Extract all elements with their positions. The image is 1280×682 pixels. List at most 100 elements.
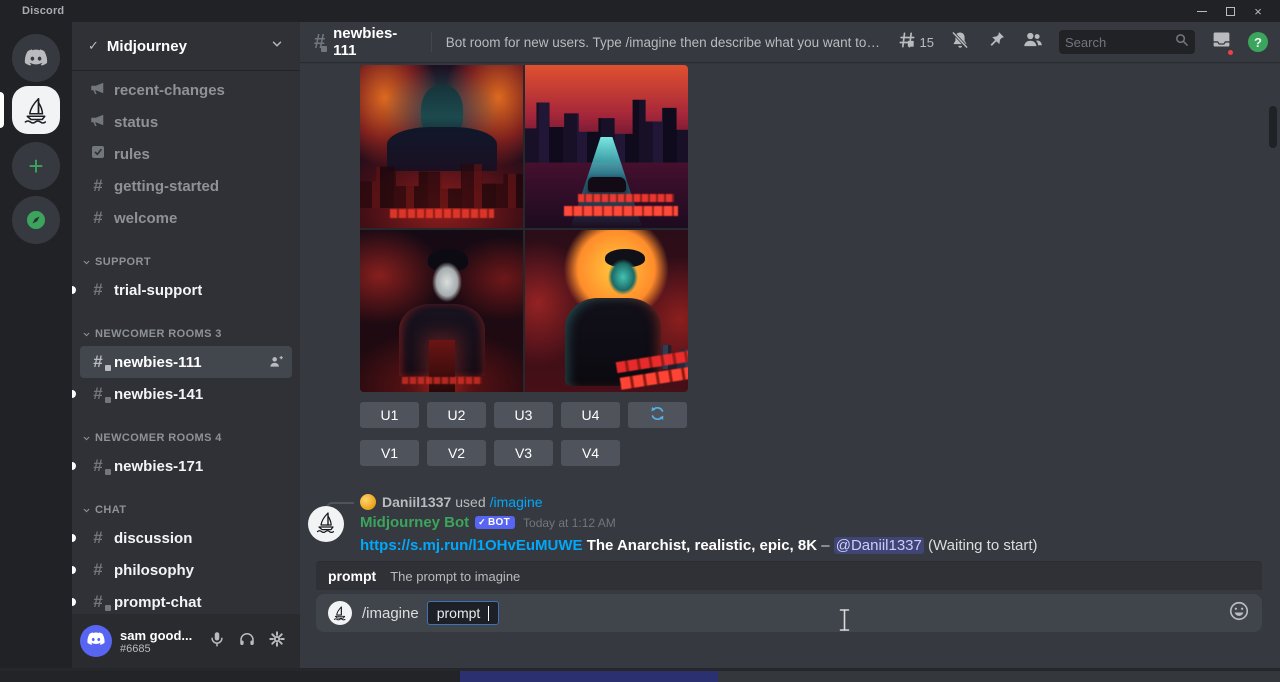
member-list-button[interactable] [1022, 29, 1043, 55]
bell-slash-icon [950, 30, 970, 55]
emoji-picker-button[interactable] [1228, 600, 1250, 627]
section-chat[interactable]: CHAT [72, 498, 300, 522]
compass-icon [24, 208, 48, 232]
reroll-button[interactable] [628, 402, 687, 428]
explore-servers-button[interactable] [12, 196, 60, 244]
window-title: Discord [22, 5, 64, 17]
home-button[interactable] [12, 34, 60, 82]
minimize-button[interactable] [1188, 0, 1216, 22]
section-newcomer-rooms-4[interactable]: NEWCOMER ROOMS 4 [72, 426, 300, 450]
command-link[interactable]: /imagine [490, 494, 543, 510]
channel-topic[interactable]: Bot room for new users. Type /imagine th… [446, 35, 881, 50]
members-icon [1022, 29, 1043, 55]
user-avatar[interactable] [80, 625, 112, 657]
reply-username: Daniil1337 [382, 494, 451, 510]
server-icon-midjourney[interactable] [12, 86, 60, 134]
divider [431, 32, 432, 52]
channel-newbies-111[interactable]: # newbies-111 [80, 346, 292, 378]
channel-list: recent-changes status rules # getting-st… [72, 70, 300, 614]
user-settings-button[interactable] [262, 626, 292, 656]
bot-username[interactable]: Midjourney Bot [360, 514, 469, 531]
unread-indicator [72, 534, 76, 542]
search-icon [1174, 32, 1189, 52]
channel-getting-started[interactable]: # getting-started [80, 170, 292, 202]
help-button[interactable]: ? [1248, 32, 1268, 52]
channel-newbies-171[interactable]: # newbies-171 [80, 450, 292, 482]
prompt-image-link[interactable]: https://s.mj.run/l1OHvEuMUWE [360, 537, 583, 554]
channel-philosophy[interactable]: # philosophy [80, 554, 292, 586]
upscale-4-button[interactable]: U4 [561, 402, 620, 428]
generation-status: (Waiting to start) [928, 537, 1037, 554]
maximize-button[interactable] [1216, 0, 1244, 22]
unread-indicator [72, 462, 76, 470]
pinned-messages-button[interactable] [986, 30, 1006, 55]
variation-4-button[interactable]: V4 [561, 440, 620, 466]
rules-icon [88, 144, 108, 165]
section-newcomer-rooms-3[interactable]: NEWCOMER ROOMS 3 [72, 322, 300, 346]
hash-icon: # [88, 528, 108, 548]
command-reply-context[interactable]: Daniil1337 used /imagine [360, 494, 543, 510]
midjourney-image-grid[interactable] [360, 65, 688, 392]
discord-logo-icon [86, 629, 106, 654]
channel-recent-changes[interactable]: recent-changes [80, 74, 292, 106]
variation-3-button[interactable]: V3 [494, 440, 553, 466]
unread-indicator [72, 566, 76, 574]
search-input[interactable]: Search [1059, 30, 1195, 54]
user-mention[interactable]: @Daniil1337 [834, 537, 924, 554]
chevron-down-icon [82, 258, 91, 267]
channel-newbies-141[interactable]: # newbies-141 [80, 378, 292, 410]
channel-status[interactable]: status [80, 106, 292, 138]
variation-2-button[interactable]: V2 [427, 440, 486, 466]
create-invite-icon[interactable] [268, 354, 284, 370]
user-info[interactable]: sam good... #6685 [120, 628, 202, 655]
bot-badge: ✓BOT [475, 516, 515, 529]
upscale-3-button[interactable]: U3 [494, 402, 553, 428]
upscale-1-button[interactable]: U1 [360, 402, 419, 428]
gear-icon [268, 630, 286, 653]
section-support[interactable]: SUPPORT [72, 250, 300, 274]
channel-prompt-chat[interactable]: # prompt-chat [80, 586, 292, 614]
emoji-smiley-icon [1228, 600, 1250, 627]
server-header[interactable]: ✓ Midjourney [72, 22, 300, 70]
message-timestamp: Today at 1:12 AM [523, 516, 616, 530]
message-input-bar[interactable]: /imagine prompt [316, 594, 1262, 632]
threads-button[interactable]: 15 [897, 30, 934, 55]
variation-1-button[interactable]: V1 [360, 440, 419, 466]
bot-avatar[interactable] [308, 506, 344, 542]
hash-badge-icon: # [88, 592, 108, 612]
window-titlebar: Discord × [0, 0, 1280, 22]
notification-settings-button[interactable] [950, 30, 970, 55]
deafen-button[interactable] [232, 626, 262, 656]
background-window-blue-segment [460, 671, 718, 682]
chat-scrollbar[interactable] [1269, 106, 1277, 626]
discord-logo-icon [23, 45, 49, 71]
prompt-option-field[interactable]: prompt [427, 601, 500, 625]
slash-command-autocomplete[interactable]: prompt The prompt to imagine [316, 562, 1262, 590]
sailboat-icon [314, 510, 338, 539]
unread-indicator [72, 286, 76, 294]
user-mini-avatar [360, 494, 376, 510]
unread-indicator [72, 598, 76, 606]
inbox-button[interactable] [1211, 29, 1232, 55]
hash-icon: # [88, 208, 108, 228]
channel-discussion[interactable]: # discussion [80, 522, 292, 554]
composer: prompt The prompt to imagine /imagine pr… [300, 562, 1280, 668]
upscale-2-button[interactable]: U2 [427, 402, 486, 428]
close-button[interactable]: × [1244, 0, 1272, 22]
thread-count: 15 [920, 35, 934, 50]
channel-rules[interactable]: rules [80, 138, 292, 170]
channel-trial-support[interactable]: # trial-support [80, 274, 292, 306]
chevron-down-icon [82, 434, 91, 443]
add-server-button[interactable]: + [12, 142, 60, 190]
channel-welcome[interactable]: # welcome [80, 202, 292, 234]
message-content: https://s.mj.run/l1OHvEuMUWE The Anarchi… [360, 535, 1060, 556]
generated-image-2 [525, 65, 688, 228]
selected-server-pill [0, 92, 4, 128]
active-command-label: /imagine [362, 605, 419, 622]
hash-icon: # [88, 176, 108, 196]
mute-microphone-button[interactable] [202, 626, 232, 656]
channel-header-name: newbies-111 [333, 25, 417, 59]
background-window-strip [0, 668, 1280, 682]
channel-header: # newbies-111 Bot room for new users. Ty… [300, 22, 1280, 62]
hash-icon: # [88, 560, 108, 580]
